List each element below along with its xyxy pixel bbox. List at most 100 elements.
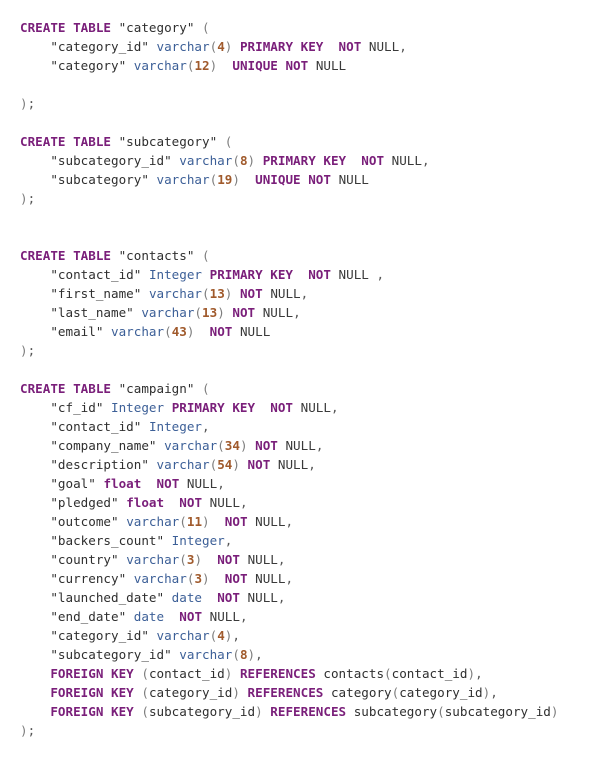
sql-punctuation: ,: [285, 514, 294, 529]
sql-text: NULL: [285, 438, 316, 453]
code-line: "contact_id" Integer PRIMARY KEY NOT NUL…: [20, 265, 558, 284]
sql-identifier: "pledged": [50, 495, 119, 510]
sql-paren: ): [247, 153, 256, 168]
sql-identifier: "email": [50, 324, 104, 339]
code-line: "launched_date" date NOT NULL,: [20, 588, 558, 607]
sql-paren: (: [224, 134, 233, 149]
sql-number: 12: [194, 58, 210, 73]
sql-keyword: NOT: [308, 172, 331, 187]
sql-identifier: contact_id: [148, 666, 225, 681]
code-line: "end_date" date NOT NULL,: [20, 607, 558, 626]
sql-keyword: REFERENCES: [270, 704, 347, 719]
sql-text: NULL: [255, 571, 286, 586]
sql-type: varchar: [148, 286, 203, 301]
sql-identifier: "subcategory": [50, 172, 149, 187]
sql-type: varchar: [156, 172, 210, 187]
sql-paren: (: [437, 704, 445, 719]
sql-keyword: REFERENCES: [247, 685, 324, 700]
sql-text: NULL: [247, 552, 278, 567]
sql-keyword: NOT: [247, 457, 271, 472]
code-line: FOREIGN KEY (subcategory_id) REFERENCES …: [20, 702, 558, 721]
sql-type: varchar: [133, 58, 187, 73]
code-line: "category_id" varchar(4) PRIMARY KEY NOT…: [20, 37, 558, 56]
sql-paren: ): [550, 704, 559, 719]
sql-keyword: NOT: [217, 590, 240, 605]
sql-text: NULL: [239, 324, 271, 339]
sql-keyword: NOT: [179, 609, 203, 624]
sql-punctuation: ,: [293, 305, 301, 320]
code-line: CREATE TABLE "contacts" (: [20, 246, 558, 265]
sql-number: 3: [194, 571, 203, 586]
sql-identifier: "launched_date": [50, 590, 165, 605]
code-line: "subcategory_id" varchar(8) PRIMARY KEY …: [20, 151, 558, 170]
sql-paren: ): [467, 666, 476, 681]
sql-keyword: FOREIGN KEY: [50, 666, 134, 681]
sql-paren: ): [232, 172, 240, 187]
sql-keyword: CREATE TABLE: [20, 134, 111, 149]
sql-identifier: "company_name": [50, 438, 157, 453]
sql-punctuation: ,: [330, 400, 339, 415]
sql-identifier: category_id: [148, 685, 233, 700]
sql-text: NULL: [315, 58, 347, 73]
sql-keyword: NOT: [285, 58, 309, 73]
sql-paren: (: [179, 552, 187, 567]
code-line: "country" varchar(3) NOT NULL,: [20, 550, 558, 569]
sql-keyword: NOT: [217, 552, 240, 567]
code-line: "category" varchar(12) UNIQUE NOT NULL: [20, 56, 558, 75]
code-line: CREATE TABLE "category" (: [20, 18, 558, 37]
sql-punctuation: ;: [27, 343, 36, 358]
sql-paren: ): [20, 191, 28, 206]
sql-keyword: PRIMARY KEY: [262, 153, 347, 168]
sql-keyword: FOREIGN KEY: [50, 704, 134, 719]
code-line: "description" varchar(54) NOT NULL,: [20, 455, 558, 474]
sql-keyword: NOT: [255, 438, 278, 453]
code-line: );: [20, 189, 558, 208]
code-line: "subcategory" varchar(19) UNIQUE NOT NUL…: [20, 170, 558, 189]
sql-paren: (: [141, 685, 149, 700]
sql-punctuation: ,: [315, 438, 324, 453]
sql-text: NULL: [186, 476, 218, 491]
sql-paren: (: [217, 438, 225, 453]
sql-identifier: "subcategory_id": [50, 647, 172, 662]
code-line: );: [20, 721, 558, 740]
sql-identifier: "description": [50, 457, 149, 472]
sql-type: varchar: [179, 153, 233, 168]
sql-identifier: subcategory: [353, 704, 438, 719]
sql-paren: ): [20, 723, 28, 738]
code-line: "first_name" varchar(13) NOT NULL,: [20, 284, 558, 303]
sql-identifier: "category_id": [50, 628, 149, 643]
sql-punctuation: ,: [399, 39, 407, 54]
